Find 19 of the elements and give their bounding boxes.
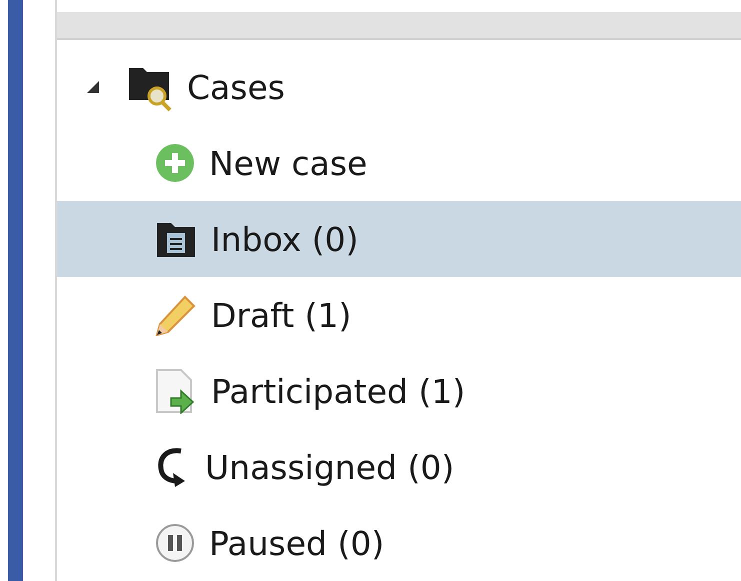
tree-item-label: Unassigned (0) [205,448,454,486]
tree-item[interactable]: Paused (0) [57,505,741,581]
tree-item-label: Participated (1) [211,372,466,410]
tree-item[interactable]: Participated (1) [57,353,741,429]
document-arrow-icon [155,368,197,414]
pencil-icon [155,294,197,336]
tree-item[interactable]: New case [57,125,741,201]
tree-item[interactable]: Cases [57,49,741,125]
tree-item-label: Inbox (0) [211,220,359,258]
tree-item[interactable]: Inbox (0) [57,201,741,277]
tree-item-label: Draft (1) [211,296,352,334]
tree-item-label: Cases [187,68,285,106]
tree-item-label: Paused (0) [209,524,384,562]
add-icon [155,143,195,183]
pause-icon [155,523,195,563]
expander-icon[interactable] [85,79,101,95]
tree-item[interactable]: Draft (1) [57,277,741,353]
tree-item[interactable]: Unassigned (0) [57,429,741,505]
tree-item-label: New case [209,144,368,182]
